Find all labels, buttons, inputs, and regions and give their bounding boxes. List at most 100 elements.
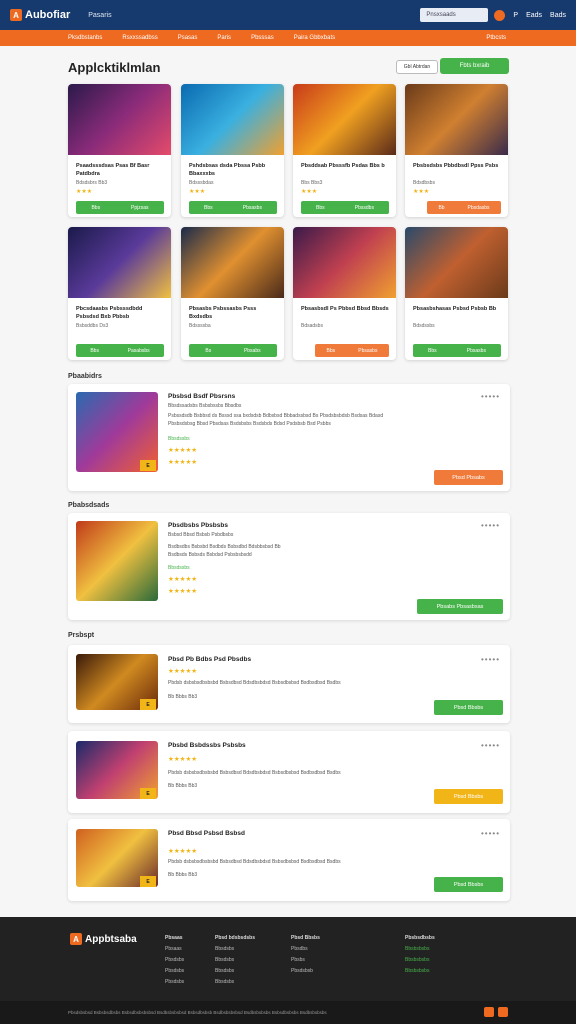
- footer-link[interactable]: Pbsdsbs: [165, 966, 184, 977]
- app-thumbnail: [68, 227, 171, 298]
- more-icon[interactable]: •••••: [481, 829, 500, 838]
- footer-link[interactable]: Bbsdsbs: [215, 955, 255, 966]
- install-button[interactable]: Bbs Pbssdbs: [301, 201, 389, 214]
- footer-column: Pbsd Bbsbs Pbsdbs Pbsbs Pbsdsbsb: [291, 933, 320, 977]
- app-subtitle: Bsbsddbs Ds3: [76, 323, 109, 329]
- age-badge: E: [140, 460, 156, 471]
- button-label: Bbs: [90, 347, 99, 354]
- category-link[interactable]: Paris: [217, 35, 231, 41]
- featured-meta: Bsbsd Bbsd Bsbsb Psbdbsbs: [168, 532, 234, 538]
- notification-icon[interactable]: [494, 9, 506, 21]
- install-button[interactable]: Bs Pbsabs: [189, 344, 277, 357]
- footer-column: Pbsbsdbsbs Bbsbsbsbs Bbsbsbsbs Bbsbsbsbs: [405, 933, 435, 977]
- category-link[interactable]: Psasas: [178, 35, 198, 41]
- app-card[interactable]: Pbsbsdsbs Pbbdbsdl Ppss Psbs Bdsdbsbs ★★…: [405, 84, 508, 217]
- app-title: Psaadsssdsas Psas Bf Basr Patdbdra: [76, 163, 150, 177]
- rating-stars: ★★★★★: [168, 576, 198, 583]
- get-button[interactable]: Pbsd Bbsbs: [434, 700, 503, 715]
- list-meta: Bb Bbbs Bb3: [168, 694, 198, 700]
- list-description: Pbdsb dsbsbsdbsbsbd Bsbsdbsd Bdsdbsbdsd …: [168, 680, 341, 686]
- footer-column: Pbsaas Pbsaas Pbsdsbs Pbsdsbs Pbsdsbs: [165, 933, 184, 988]
- list-row[interactable]: E Pbsd Pb Bdbs Psd Pbsdbs ★★★★★ Pbdsb ds…: [68, 645, 510, 723]
- footer-link[interactable]: Pbsbs: [291, 955, 320, 966]
- more-icon[interactable]: •••••: [481, 655, 500, 664]
- app-card[interactable]: Pbsddsab Pbsssfb Psdas Bbs b Bbs Bbs3 ★★…: [293, 84, 396, 217]
- footer-heading: Pbsbsdbsbs: [405, 935, 435, 941]
- install-button[interactable]: Bbs Pbsasbs: [413, 344, 501, 357]
- footer-logo[interactable]: A Appbtsaba: [70, 933, 137, 945]
- button-label: Pbsasbs: [466, 347, 486, 354]
- install-button[interactable]: Bbs Ppjzsas: [76, 201, 164, 214]
- section-heading: Pbabsdsads: [68, 502, 110, 509]
- app-subtitle: Bdsdsbrs Bb3: [76, 180, 108, 186]
- footer: A Appbtsaba Pbsaas Pbsaas Pbsdsbs Pbsdsb…: [0, 917, 576, 1001]
- get-button[interactable]: Pbsd Bbsbs: [434, 877, 503, 892]
- footer-link[interactable]: Bbsbsbsbs: [405, 955, 435, 966]
- more-icon[interactable]: •••••: [481, 392, 500, 401]
- featured-row[interactable]: E Pbsbsd Bsdf Pbsrsns Bbsdssadsbs Bsbsbs…: [68, 384, 510, 491]
- category-link[interactable]: Pksdbstanbs: [68, 35, 102, 41]
- nav-link[interactable]: Pasaris: [88, 12, 111, 19]
- get-button[interactable]: Pbsabs Pbsasbsas: [417, 599, 503, 614]
- featured-row[interactable]: Pbsdbsbs Pbsbsbs Bsbsd Bbsd Bsbsb Psbdbs…: [68, 513, 510, 620]
- get-button[interactable]: Pbsd Pbsabs: [434, 470, 503, 485]
- app-card[interactable]: Pbsasbsdl Ps Pbbsd Bbsd Bbsds Bdsadsbs B…: [293, 227, 396, 360]
- app-card[interactable]: Psaadsssdsas Psas Bf Basr Patdbdra Bdsds…: [68, 84, 171, 217]
- footer-link[interactable]: Pbsdbs: [291, 944, 320, 955]
- cart-link[interactable]: Bads: [550, 12, 566, 19]
- install-button[interactable]: Bb Pbsdasbs: [427, 201, 501, 214]
- primary-action-button[interactable]: Fbts bxraib: [440, 58, 509, 74]
- button-label: Bbs: [91, 204, 101, 211]
- footer-link[interactable]: Bbsdsbs: [215, 944, 255, 955]
- footer-link[interactable]: Bbsdsbs: [215, 977, 255, 988]
- footer-bottom: Pbsdsbsbsd Bsbsbsdbsbs Bsbsdbsbsbsbsd Bs…: [0, 1001, 576, 1024]
- category-link[interactable]: Pbsssas: [251, 35, 274, 41]
- get-button[interactable]: Pbsd Bbsbs: [434, 789, 503, 804]
- rating-stars: ★★★★★: [168, 848, 198, 855]
- footer-link[interactable]: Pbsaas: [165, 944, 184, 955]
- footer-link[interactable]: Pbsdsbs: [165, 977, 184, 988]
- footer-link[interactable]: Pbsdsbs: [165, 955, 184, 966]
- install-button[interactable]: Bbs Pasabsbs: [76, 344, 164, 357]
- category-link[interactable]: Rsxxssadbss: [122, 35, 157, 41]
- app-card[interactable]: Pbsasbs Psbssasbs Psss Bxdsdbs Bdssssba …: [181, 227, 284, 360]
- app-card[interactable]: Pbsasbshasas Psbsd Psbsb Bb Bdsdssbs Bbs…: [405, 227, 508, 360]
- app-card[interactable]: Pbcsdaasbs Psbsssdbdd Psbsdsd Bxb Pbbsb …: [68, 227, 171, 360]
- app-thumbnail: [68, 84, 171, 155]
- footer-link[interactable]: Pbsdsbsb: [291, 966, 320, 977]
- list-row[interactable]: E Pbsbd Bsbdssbs Psbsbs ★★★★★ Pbdsb dsbs…: [68, 731, 510, 813]
- footer-link[interactable]: Bbsdsbs: [215, 966, 255, 977]
- app-title: Pbsddsab Pbsssfb Psdas Bbs b: [301, 163, 385, 169]
- category-bar: Pksdbstanbs Rsxxssadbss Psasas Paris Pbs…: [0, 30, 576, 46]
- button-label: Pbsdasbs: [467, 204, 490, 211]
- app-thumbnail: [405, 84, 508, 155]
- rating-stars: ★★★★★: [168, 756, 198, 763]
- featured-title: Pbsbsd Bsdf Pbsrsns: [168, 393, 236, 400]
- social-icon[interactable]: [498, 1007, 508, 1017]
- logo[interactable]: A Aubofiar: [10, 9, 70, 21]
- more-icon[interactable]: •••••: [481, 521, 500, 530]
- account-link[interactable]: Eads: [526, 12, 542, 19]
- more-icon[interactable]: •••••: [481, 741, 500, 750]
- install-button[interactable]: Bbs Pbsasbs: [189, 201, 277, 214]
- logo-icon: A: [10, 9, 22, 21]
- category-link[interactable]: Paira Gbbxbats: [294, 35, 335, 41]
- category-link-right[interactable]: Ptbcsts: [486, 35, 506, 41]
- age-badge: E: [140, 788, 156, 799]
- footer-link[interactable]: Bbsbsbsbs: [405, 944, 435, 955]
- app-card[interactable]: Pshdsbsas dsda Pbssa Psbb Bbaxxxbs Bdsss…: [181, 84, 284, 217]
- social-icon[interactable]: [484, 1007, 494, 1017]
- footer-link[interactable]: Bbsbsbsbs: [405, 966, 435, 977]
- app-title: Pbsbsdsbs Pbbdbsdl Ppss Psbs: [413, 163, 499, 169]
- profile-link[interactable]: P: [513, 12, 518, 19]
- install-button[interactable]: Bbs Pbsasbs: [315, 344, 389, 357]
- list-meta: Bb Bbbs Bb3: [168, 872, 198, 878]
- button-label: Pbsabs: [243, 347, 261, 354]
- app-thumbnail: [181, 84, 284, 155]
- filter-button[interactable]: Gbl Abtrdan: [396, 60, 438, 74]
- button-label: Bbs: [204, 204, 213, 211]
- rating-stars: ★★★★★: [168, 459, 198, 466]
- search-input[interactable]: Pnsxsaads: [420, 8, 489, 22]
- list-row[interactable]: E Pbsd Bbsd Psbsd Bsbsd ★★★★★ Pbdsb dsbs…: [68, 819, 510, 901]
- rating-stars: ★★★★★: [168, 447, 198, 454]
